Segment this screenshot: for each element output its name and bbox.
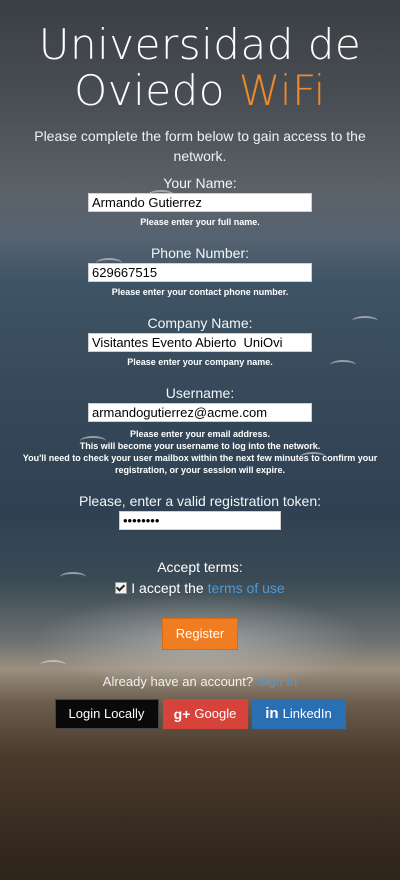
- username-field-group: Username: Please enter your email addres…: [0, 384, 400, 476]
- signin-row: Already have an account? Sign In: [0, 674, 400, 689]
- terms-checkbox[interactable]: [115, 582, 128, 594]
- signin-text: Already have an account?: [102, 674, 257, 689]
- google-login-button[interactable]: g+ Google: [162, 699, 248, 729]
- token-input[interactable]: [119, 511, 281, 530]
- terms-text: I accept the: [131, 580, 204, 596]
- name-field-group: Your Name: Please enter your full name.: [0, 174, 400, 228]
- username-hint-3: You'll need to check your user mailbox w…: [22, 453, 378, 475]
- linkedin-label: LinkedIn: [282, 706, 332, 721]
- company-input[interactable]: [88, 333, 312, 352]
- token-label: Please, enter a valid registration token…: [78, 493, 322, 509]
- title-line-1: Universidad de: [38, 20, 362, 69]
- signin-link[interactable]: Sign In: [257, 674, 297, 689]
- register-button[interactable]: Register: [162, 618, 238, 650]
- page-background: Universidad de Oviedo WiFi Please comple…: [0, 0, 400, 880]
- name-label: Your Name:: [163, 175, 237, 191]
- seagull-decoration: [300, 452, 326, 462]
- register-wrap: Register: [0, 618, 400, 650]
- seagull-decoration: [40, 660, 66, 670]
- phone-hint: Please enter your contact phone number.: [111, 287, 289, 297]
- name-input[interactable]: [88, 193, 312, 212]
- intro-text: Please complete the form below to gain a…: [34, 128, 366, 164]
- token-field-group: Please, enter a valid registration token…: [0, 492, 400, 530]
- phone-label: Phone Number:: [150, 245, 250, 261]
- social-login-row: Login Locally g+ Google in LinkedIn: [0, 699, 400, 729]
- linkedin-icon: in: [265, 705, 279, 722]
- seagull-decoration: [148, 190, 174, 200]
- username-hint-2: This will become your username to log in…: [79, 441, 321, 451]
- seagull-decoration: [330, 360, 356, 370]
- company-label: Company Name:: [147, 315, 253, 331]
- seagull-decoration: [80, 436, 106, 446]
- name-hint: Please enter your full name.: [140, 217, 260, 227]
- page-title: Universidad de Oviedo WiFi: [0, 0, 400, 114]
- login-locally-label: Login Locally: [68, 706, 145, 721]
- username-input[interactable]: [88, 403, 312, 422]
- phone-field-group: Phone Number: Please enter your contact …: [0, 244, 400, 298]
- title-main: Oviedo: [74, 66, 239, 115]
- terms-of-use-link[interactable]: terms of use: [208, 580, 285, 596]
- seagull-decoration: [352, 316, 378, 326]
- google-plus-icon: g+: [173, 706, 191, 722]
- google-label: Google: [194, 706, 237, 721]
- username-label: Username:: [165, 385, 235, 401]
- terms-heading: Accept terms:: [157, 559, 243, 575]
- title-accent: WiFi: [238, 66, 326, 115]
- seagull-decoration: [60, 572, 86, 582]
- seagull-decoration: [96, 258, 122, 268]
- terms-checkbox-row: I accept the terms of use: [0, 580, 400, 596]
- username-hint-1: Please enter your email address.: [129, 429, 271, 439]
- login-locally-button[interactable]: Login Locally: [54, 699, 159, 729]
- linkedin-login-button[interactable]: in LinkedIn: [251, 699, 346, 729]
